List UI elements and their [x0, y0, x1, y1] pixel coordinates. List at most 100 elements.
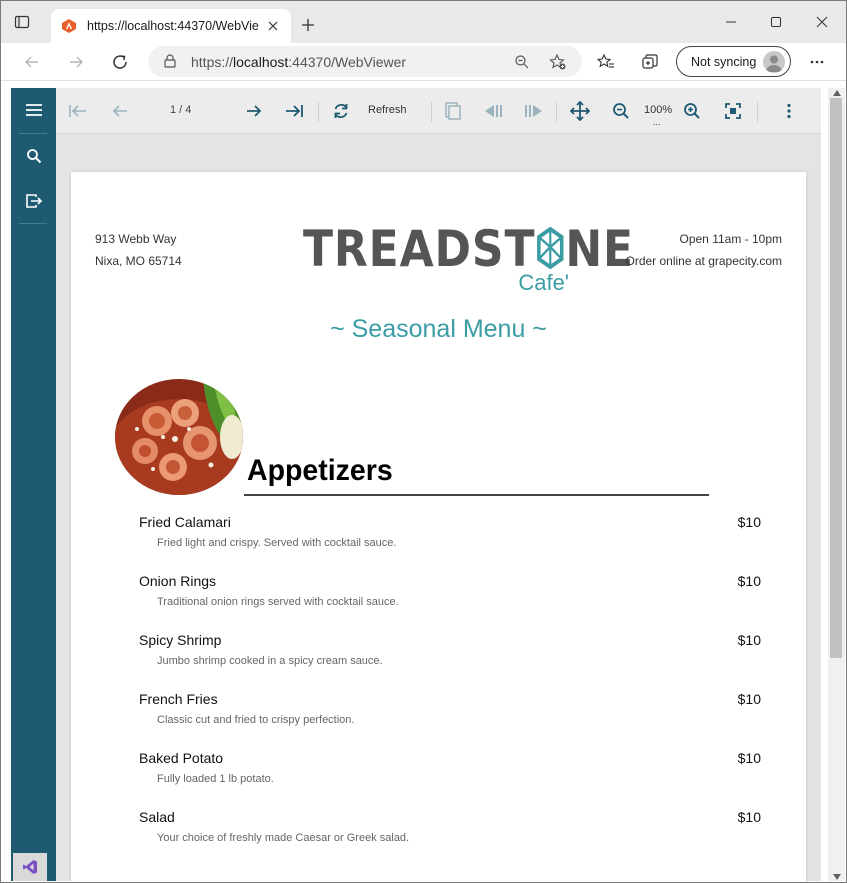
more-menu-icon[interactable] — [806, 51, 828, 73]
lock-icon[interactable] — [162, 53, 178, 69]
play-forward-icon[interactable] — [522, 99, 546, 123]
item-description: Fully loaded 1 lb potato. — [157, 773, 274, 785]
menu-item: Baked Potato $10 Fully loaded 1 lb potat… — [139, 750, 761, 809]
play-backward-icon[interactable] — [481, 99, 505, 123]
address-line-2: Nixa, MO 65714 — [95, 254, 182, 268]
address-line-1: 913 Webb Way — [95, 232, 177, 246]
item-price: $10 — [737, 632, 761, 648]
logo-cafe-text: Cafe' — [518, 270, 569, 295]
visual-studio-icon[interactable] — [13, 853, 47, 881]
page-scrollbar[interactable] — [828, 88, 845, 881]
sidebar-divider — [19, 133, 47, 134]
address-bar[interactable]: https://localhost:44370/WebViewer — [148, 46, 582, 77]
menu-item: Fried Calamari $10 Fried light and crisp… — [139, 514, 761, 573]
section-underline — [244, 494, 709, 496]
item-name: Baked Potato — [139, 750, 224, 766]
seasonal-menu-title: ~ Seasonal Menu ~ — [330, 315, 547, 343]
zoom-in-icon[interactable] — [680, 99, 704, 123]
menu-list: Fried Calamari $10 Fried light and crisp… — [139, 514, 761, 868]
refresh-icon[interactable] — [329, 99, 353, 123]
new-tab-icon[interactable] — [298, 15, 318, 35]
add-favorite-icon[interactable] — [549, 53, 567, 71]
tab-strip: https://localhost:44370/WebViewer — [1, 1, 846, 43]
scrollbar-thumb[interactable] — [830, 98, 842, 658]
browser-window: https://localhost:44370/WebViewer — [0, 0, 847, 883]
report-page: 913 Webb Way Nixa, MO 65714 TREADST NE Ca… — [71, 172, 806, 882]
export-icon[interactable] — [11, 181, 56, 221]
item-description: Traditional onion rings served with cock… — [157, 596, 399, 608]
sync-button[interactable]: Not syncing — [676, 46, 791, 77]
search-icon[interactable] — [11, 136, 56, 176]
hamburger-menu-icon[interactable] — [11, 90, 56, 130]
pan-move-icon[interactable] — [568, 99, 592, 123]
treadstone-logo: TREADST NE Cafe' — [303, 220, 633, 300]
window-close-icon[interactable] — [810, 11, 834, 33]
menu-item: Onion Rings $10 Traditional onion rings … — [139, 573, 761, 632]
favorites-icon[interactable] — [595, 51, 617, 73]
toolbar-divider — [431, 102, 432, 122]
toolbar-divider — [318, 102, 319, 122]
zoom-out-icon[interactable] — [609, 99, 633, 123]
viewer-sidebar — [11, 88, 56, 881]
item-description: Jumbo shrimp cooked in a spicy cream sau… — [157, 655, 383, 667]
scroll-down-icon[interactable] — [831, 872, 842, 881]
browser-tab[interactable]: https://localhost:44370/WebViewer — [51, 9, 291, 43]
previous-page-icon[interactable] — [108, 99, 132, 123]
toolbar-divider — [757, 102, 758, 122]
cafe-hours: Open 11am - 10pm Order online at grapeci… — [625, 228, 782, 272]
sync-label: Not syncing — [691, 54, 757, 69]
maximize-icon[interactable] — [764, 11, 788, 33]
reload-icon[interactable] — [109, 51, 131, 73]
zoom-out-icon[interactable] — [513, 53, 531, 71]
item-price: $10 — [737, 573, 761, 589]
address-url: https://localhost:44370/WebViewer — [191, 54, 407, 70]
forward-arrow-icon[interactable] — [65, 51, 87, 73]
galley-mode-icon[interactable] — [441, 99, 465, 123]
item-description: Classic cut and fried to crispy perfecti… — [157, 714, 355, 726]
cafe-address: 913 Webb Way Nixa, MO 65714 — [95, 228, 182, 272]
item-description: Fried light and crispy. Served with cock… — [157, 537, 397, 549]
item-price: $10 — [737, 809, 761, 825]
fullscreen-icon[interactable] — [721, 99, 745, 123]
next-page-icon[interactable] — [242, 99, 266, 123]
tab-actions-icon[interactable] — [11, 11, 33, 33]
menu-item: Salad $10 Your choice of freshly made Ca… — [139, 809, 761, 868]
item-name: French Fries — [139, 691, 218, 707]
first-page-icon[interactable] — [66, 99, 90, 123]
last-page-icon[interactable] — [282, 99, 306, 123]
close-tab-icon[interactable] — [265, 18, 281, 34]
profile-avatar-icon — [763, 51, 785, 73]
item-price: $10 — [737, 514, 761, 530]
report-viewer: 1 / 4 Refresh 100% ... 913 Webb Way Nixa… — [11, 88, 821, 882]
favicon-icon — [61, 18, 77, 34]
section-title: Appetizers — [247, 454, 393, 487]
hours-line-2: Order online at grapecity.com — [625, 254, 782, 268]
zoom-options[interactable]: ... — [653, 117, 661, 127]
tab-title: https://localhost:44370/WebViewer — [87, 19, 259, 33]
menu-item: Spicy Shrimp $10 Jumbo shrimp cooked in … — [139, 632, 761, 691]
item-price: $10 — [737, 750, 761, 766]
refresh-button[interactable]: Refresh — [368, 104, 407, 116]
hours-line-1: Open 11am - 10pm — [679, 232, 783, 246]
sidebar-divider — [19, 223, 47, 224]
minimize-icon[interactable] — [719, 11, 743, 33]
item-name: Fried Calamari — [139, 514, 231, 530]
item-description: Your choice of freshly made Caesar or Gr… — [157, 832, 410, 844]
shrimp-dish-image — [115, 379, 243, 495]
item-name: Onion Rings — [139, 573, 217, 589]
back-arrow-icon[interactable] — [21, 51, 43, 73]
item-name: Spicy Shrimp — [139, 632, 222, 648]
logo-wordmark: TREADST NE — [303, 220, 634, 278]
logo-gem-icon — [537, 226, 564, 270]
scroll-up-icon[interactable] — [831, 88, 842, 97]
zoom-level[interactable]: 100% — [644, 104, 672, 116]
toolbar-divider — [556, 102, 557, 122]
viewer-toolbar: 1 / 4 Refresh 100% ... — [56, 88, 821, 134]
navigation-bar: https://localhost:44370/WebViewer Not sy… — [1, 43, 846, 81]
item-name: Salad — [139, 809, 175, 825]
more-options-icon[interactable] — [777, 99, 801, 123]
collections-icon[interactable] — [639, 51, 661, 73]
item-price: $10 — [737, 691, 761, 707]
menu-item: French Fries $10 Classic cut and fried t… — [139, 691, 761, 750]
page-counter[interactable]: 1 / 4 — [170, 104, 191, 116]
